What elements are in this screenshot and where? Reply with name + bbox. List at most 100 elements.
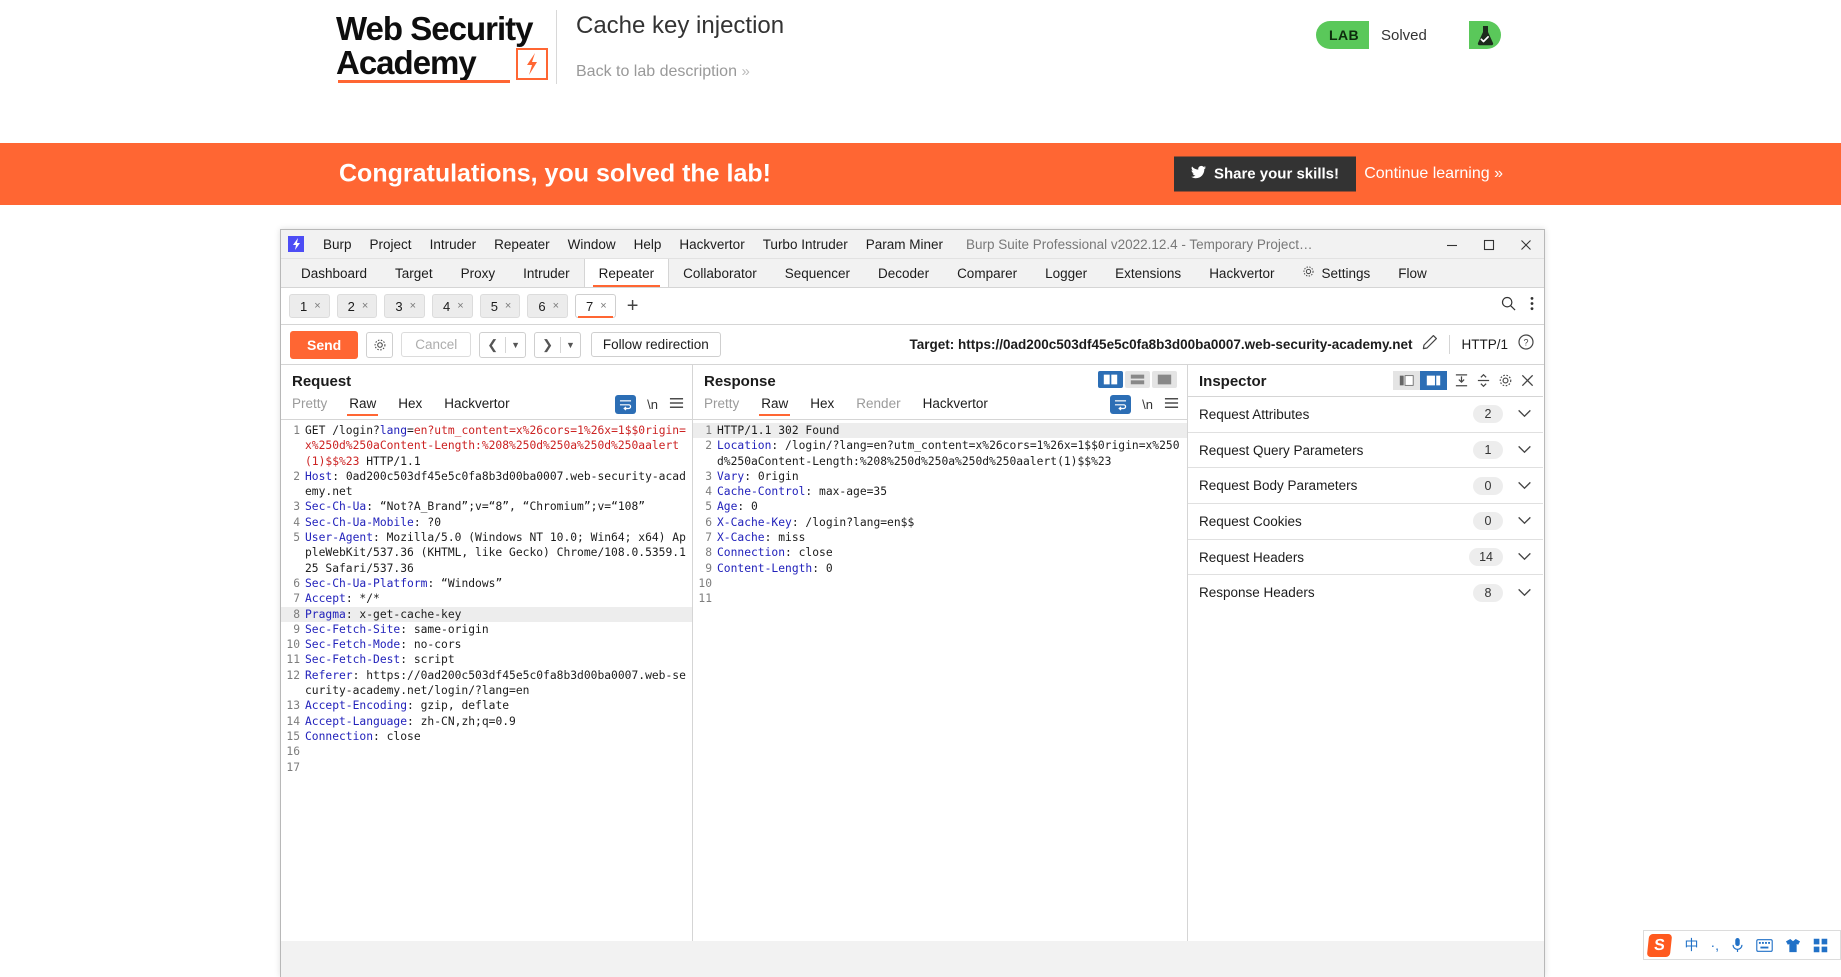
subtab-hackvertor[interactable]: Hackvertor: [923, 396, 988, 416]
single-pane-icon[interactable]: [1152, 371, 1177, 388]
chevron-down-icon[interactable]: [1517, 405, 1532, 423]
tab-logger[interactable]: Logger: [1031, 259, 1101, 287]
menu-item-param-miner[interactable]: Param Miner: [857, 230, 952, 259]
inspector-section-request-body-parameters[interactable]: Request Body Parameters 0: [1188, 467, 1543, 503]
menu-icon[interactable]: [669, 396, 684, 414]
maximize-icon[interactable]: [1470, 230, 1507, 259]
repeater-tab-7[interactable]: 7 ×: [575, 294, 616, 318]
search-icon[interactable]: [1501, 296, 1516, 316]
academy-logo[interactable]: Web Security Academy: [336, 12, 548, 83]
collapse-all-icon[interactable]: [1454, 373, 1469, 388]
share-your-skills-button[interactable]: Share your skills!: [1173, 156, 1356, 192]
inspector-section-request-cookies[interactable]: Request Cookies 0: [1188, 503, 1543, 539]
repeater-tab-1[interactable]: 1 ×: [289, 294, 330, 318]
tab-sequencer[interactable]: Sequencer: [771, 259, 864, 287]
menu-item-hackvertor[interactable]: Hackvertor: [670, 230, 753, 259]
inspector-section-response-headers[interactable]: Response Headers 8: [1188, 574, 1543, 610]
menu-item-turbo-intruder[interactable]: Turbo Intruder: [754, 230, 857, 259]
tab-hackvertor[interactable]: Hackvertor: [1195, 259, 1288, 287]
close-icon[interactable]: [1520, 373, 1535, 388]
chevron-down-icon[interactable]: [1517, 548, 1532, 566]
protocol-label[interactable]: HTTP/1: [1461, 337, 1508, 352]
follow-redirection-button[interactable]: Follow redirection: [590, 332, 721, 357]
menu-item-project[interactable]: Project: [361, 230, 421, 259]
close-icon[interactable]: ×: [457, 300, 463, 312]
sogou-logo-icon[interactable]: S: [1647, 933, 1673, 957]
minimize-icon[interactable]: [1433, 230, 1470, 259]
pencil-icon[interactable]: [1422, 334, 1438, 355]
wrap-lines-icon[interactable]: [615, 395, 637, 414]
menu-item-help[interactable]: Help: [625, 230, 671, 259]
tab-dashboard[interactable]: Dashboard: [287, 259, 381, 287]
repeater-tab-5[interactable]: 5 ×: [479, 294, 521, 318]
close-icon[interactable]: [1507, 230, 1544, 259]
close-icon[interactable]: ×: [600, 300, 606, 312]
repeater-tab-3[interactable]: 3 ×: [384, 294, 426, 318]
inspector-section-request-query-parameters[interactable]: Request Query Parameters 1: [1188, 431, 1543, 468]
tab-repeater[interactable]: Repeater: [583, 259, 670, 287]
ime-chinese-mode[interactable]: 中: [1678, 935, 1704, 955]
menu-item-repeater[interactable]: Repeater: [485, 230, 559, 259]
chevron-down-icon[interactable]: ▼: [561, 340, 580, 350]
ime-apps-icon[interactable]: [1807, 938, 1834, 953]
subtab-hackvertor[interactable]: Hackvertor: [444, 396, 509, 416]
newline-icon[interactable]: \n: [1142, 397, 1153, 412]
close-icon[interactable]: ×: [553, 300, 559, 312]
close-icon[interactable]: ×: [314, 300, 320, 312]
tab-settings[interactable]: Settings: [1288, 259, 1384, 287]
layout-right-icon[interactable]: [1420, 371, 1447, 390]
gear-icon[interactable]: [1498, 373, 1513, 388]
more-vertical-icon[interactable]: [1530, 296, 1534, 316]
ime-keyboard-icon[interactable]: [1750, 938, 1779, 952]
subtab-pretty[interactable]: Pretty: [704, 396, 739, 416]
question-circle-icon[interactable]: ?: [1518, 334, 1534, 355]
back-to-lab-description-link[interactable]: Back to lab description »: [576, 62, 750, 82]
split-vertical-icon[interactable]: [1098, 371, 1123, 388]
tab-decoder[interactable]: Decoder: [864, 259, 943, 287]
go-back-button[interactable]: ❮ ▼: [479, 331, 527, 358]
tab-collaborator[interactable]: Collaborator: [669, 259, 771, 287]
ime-punctuation[interactable]: ·,: [1704, 937, 1725, 953]
chevron-down-icon[interactable]: [1517, 512, 1532, 530]
menu-item-burp[interactable]: Burp: [314, 230, 361, 259]
wrap-lines-icon[interactable]: [1110, 395, 1132, 414]
expand-all-icon[interactable]: [1476, 373, 1491, 388]
gear-icon[interactable]: [366, 331, 394, 358]
menu-item-window[interactable]: Window: [559, 230, 625, 259]
tab-target[interactable]: Target: [381, 259, 447, 287]
continue-learning-link[interactable]: Continue learning »: [1364, 165, 1503, 183]
tab-proxy[interactable]: Proxy: [447, 259, 510, 287]
chevron-down-icon[interactable]: [1517, 584, 1532, 602]
layout-left-icon[interactable]: [1393, 371, 1420, 390]
add-repeater-tab-button[interactable]: +: [627, 296, 639, 316]
subtab-raw[interactable]: Raw: [347, 396, 379, 416]
ime-skin-icon[interactable]: [1779, 938, 1807, 953]
menu-item-intruder[interactable]: Intruder: [421, 230, 486, 259]
send-button[interactable]: Send: [290, 330, 359, 359]
inspector-section-request-attributes[interactable]: Request Attributes 2: [1188, 396, 1543, 432]
tab-intruder[interactable]: Intruder: [509, 259, 584, 287]
subtab-hex[interactable]: Hex: [810, 396, 834, 416]
repeater-tab-2[interactable]: 2 ×: [336, 294, 378, 318]
chevron-down-icon[interactable]: ▼: [506, 340, 525, 350]
menu-icon[interactable]: [1164, 396, 1179, 414]
close-icon[interactable]: ×: [505, 300, 511, 312]
subtab-hex[interactable]: Hex: [398, 396, 422, 416]
repeater-tab-4[interactable]: 4 ×: [432, 294, 473, 318]
ime-microphone-icon[interactable]: [1725, 937, 1750, 953]
request-raw-editor[interactable]: 1 GET /login?lang=en?utm_content=x%26cors…: [281, 420, 692, 939]
split-horizontal-icon[interactable]: [1125, 371, 1150, 388]
chevron-down-icon[interactable]: [1517, 477, 1532, 495]
tab-flow[interactable]: Flow: [1384, 259, 1441, 287]
go-forward-button[interactable]: ❯ ▼: [534, 331, 581, 358]
repeater-tab-6[interactable]: 6 ×: [527, 294, 569, 318]
response-raw-viewer[interactable]: 1 HTTP/1.1 302 Found 2 Location: /login/?la…: [693, 420, 1187, 939]
chevron-down-icon[interactable]: [1517, 441, 1532, 459]
subtab-render[interactable]: Render: [856, 396, 900, 416]
close-icon[interactable]: ×: [362, 300, 368, 312]
subtab-raw[interactable]: Raw: [759, 396, 791, 416]
tab-comparer[interactable]: Comparer: [943, 259, 1031, 287]
inspector-section-request-headers[interactable]: Request Headers 14: [1188, 538, 1543, 575]
newline-icon[interactable]: \n: [647, 397, 658, 412]
close-icon[interactable]: ×: [410, 300, 416, 312]
